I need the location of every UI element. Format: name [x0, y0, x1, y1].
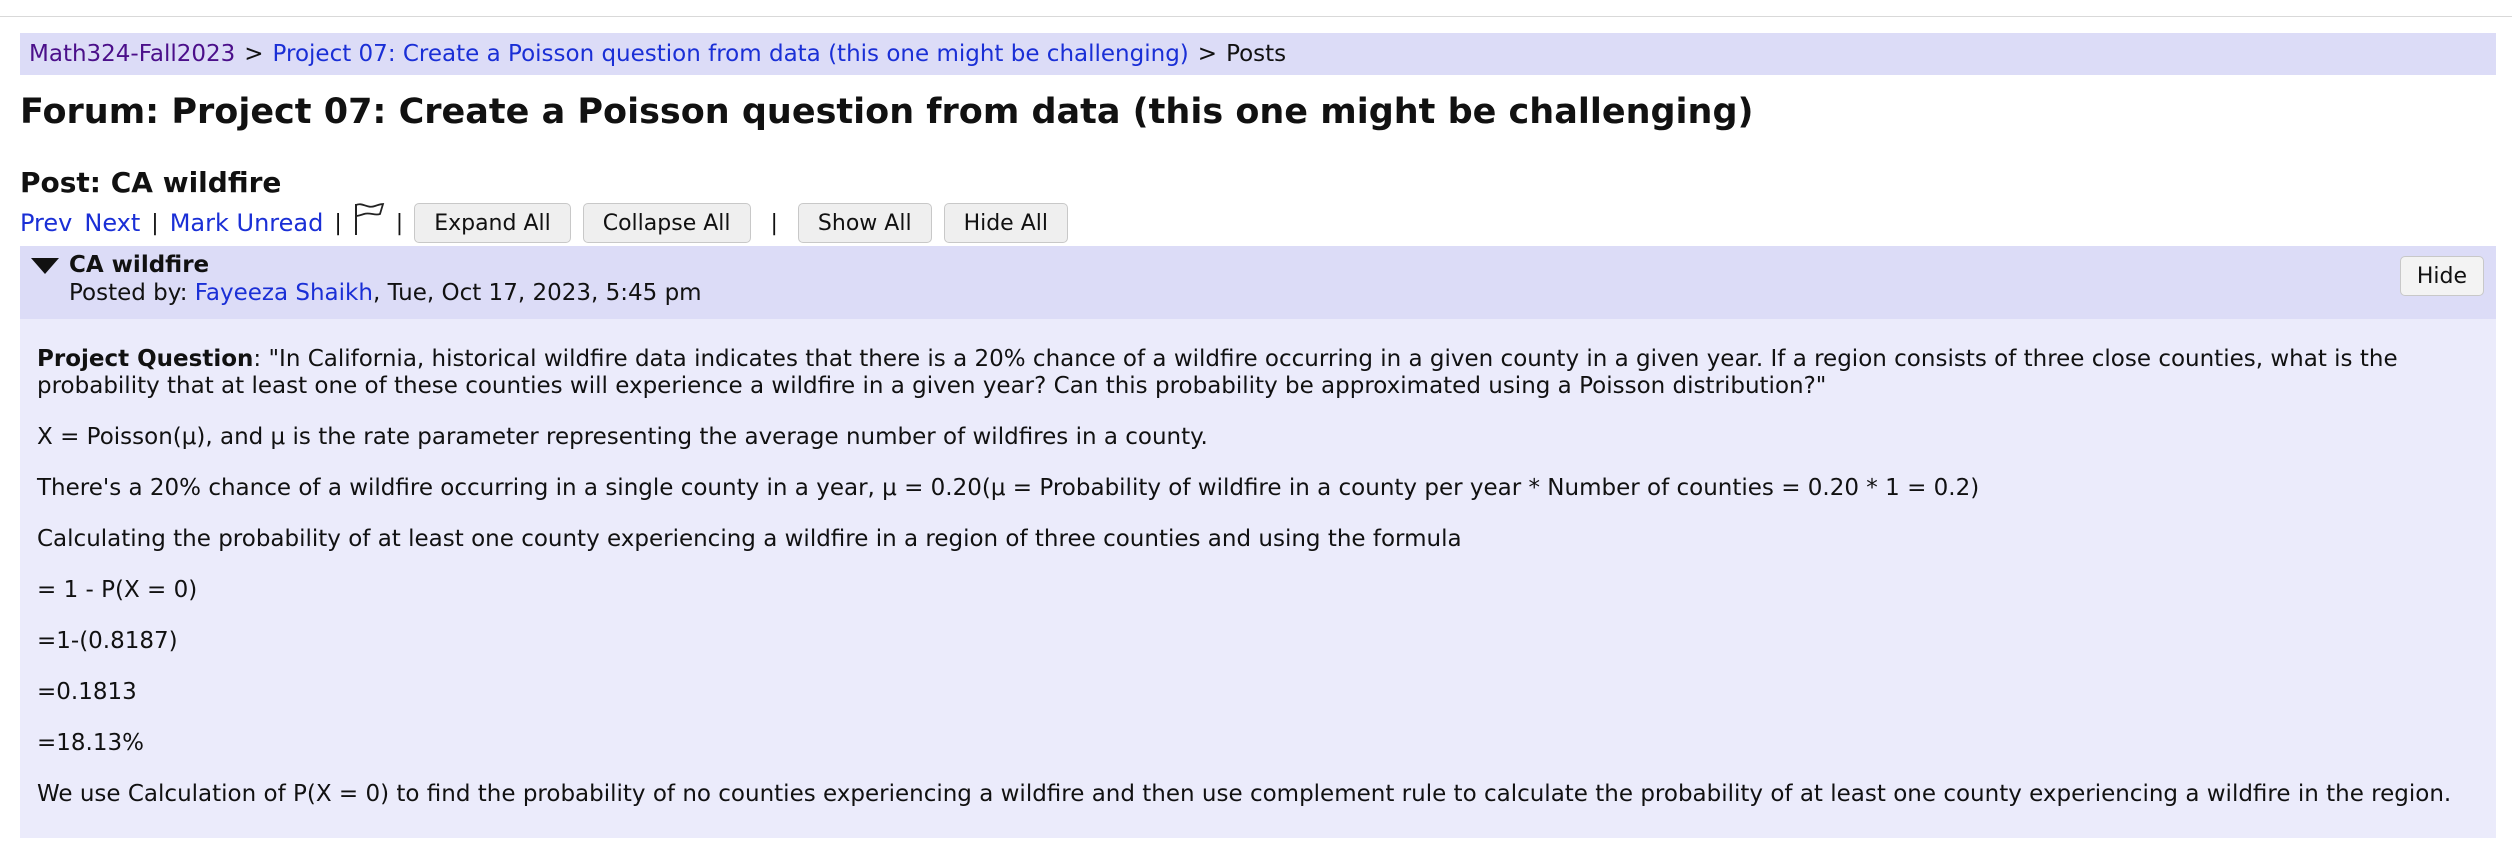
posted-by-label: Posted by: — [69, 280, 195, 306]
post-paragraph: = 1 - P(X = 0) — [37, 577, 198, 603]
project-question: Project Question: "In California, histor… — [37, 346, 2477, 400]
post-paragraph: X = Poisson(μ), and μ is the rate parame… — [37, 424, 1208, 450]
collapse-all-button[interactable]: Collapse All — [582, 203, 751, 243]
breadcrumb-separator: > — [1197, 41, 1218, 67]
post-toolbar: Prev Next | Mark Unread | | Expand All C… — [20, 203, 1068, 243]
post-paragraph: =18.13% — [37, 730, 144, 756]
post-paragraph: Calculating the probability of at least … — [37, 526, 1462, 552]
hide-post-button[interactable]: Hide — [2399, 256, 2484, 296]
question-text: : "In California, historical wildfire da… — [37, 346, 2398, 399]
post-container: CA wildfire Posted by: Fayeeza Shaikh, T… — [20, 246, 2496, 838]
author-link[interactable]: Fayeeza Shaikh — [195, 280, 373, 306]
breadcrumb: Math324-Fall2023 > Project 07: Create a … — [20, 33, 2496, 75]
post-paragraph: =0.1813 — [37, 679, 137, 705]
flag-icon[interactable] — [353, 202, 385, 236]
post-paragraph: =1-(0.8187) — [37, 628, 178, 654]
breadcrumb-current: Posts — [1226, 41, 1287, 67]
post-date: , Tue, Oct 17, 2023, 5:45 pm — [372, 280, 702, 306]
toolbar-divider: | — [395, 210, 404, 236]
post-body: Project Question: "In California, histor… — [37, 346, 2477, 808]
forum-title: Forum: Project 07: Create a Poisson ques… — [20, 92, 1754, 132]
post-paragraph: There's a 20% chance of a wildfire occur… — [37, 475, 1980, 501]
triangle-down-icon[interactable] — [31, 258, 59, 274]
toolbar-divider: | — [151, 210, 159, 236]
breadcrumb-course-link[interactable]: Math324-Fall2023 — [29, 41, 235, 67]
breadcrumb-separator: > — [244, 41, 264, 67]
next-link[interactable]: Next — [84, 209, 140, 237]
breadcrumb-forum-link[interactable]: Project 07: Create a Poisson question fr… — [273, 41, 1189, 67]
post-header: CA wildfire Posted by: Fayeeza Shaikh, T… — [20, 246, 2496, 319]
top-divider — [0, 16, 2512, 17]
post-paragraph: We use Calculation of P(X = 0) to find t… — [37, 781, 2452, 807]
toolbar-divider: | — [334, 210, 342, 236]
question-label: Project Question — [37, 346, 254, 372]
prev-link[interactable]: Prev — [20, 209, 72, 237]
post-title: Post: CA wildfire — [20, 166, 282, 199]
expand-all-button[interactable]: Expand All — [414, 203, 571, 243]
hide-all-button[interactable]: Hide All — [943, 203, 1068, 243]
post-meta: Posted by: Fayeeza Shaikh, Tue, Oct 17, … — [69, 280, 702, 306]
show-all-button[interactable]: Show All — [797, 203, 932, 243]
toolbar-divider: | — [770, 210, 778, 236]
post-subject: CA wildfire — [69, 252, 210, 278]
mark-unread-link[interactable]: Mark Unread — [170, 209, 324, 237]
